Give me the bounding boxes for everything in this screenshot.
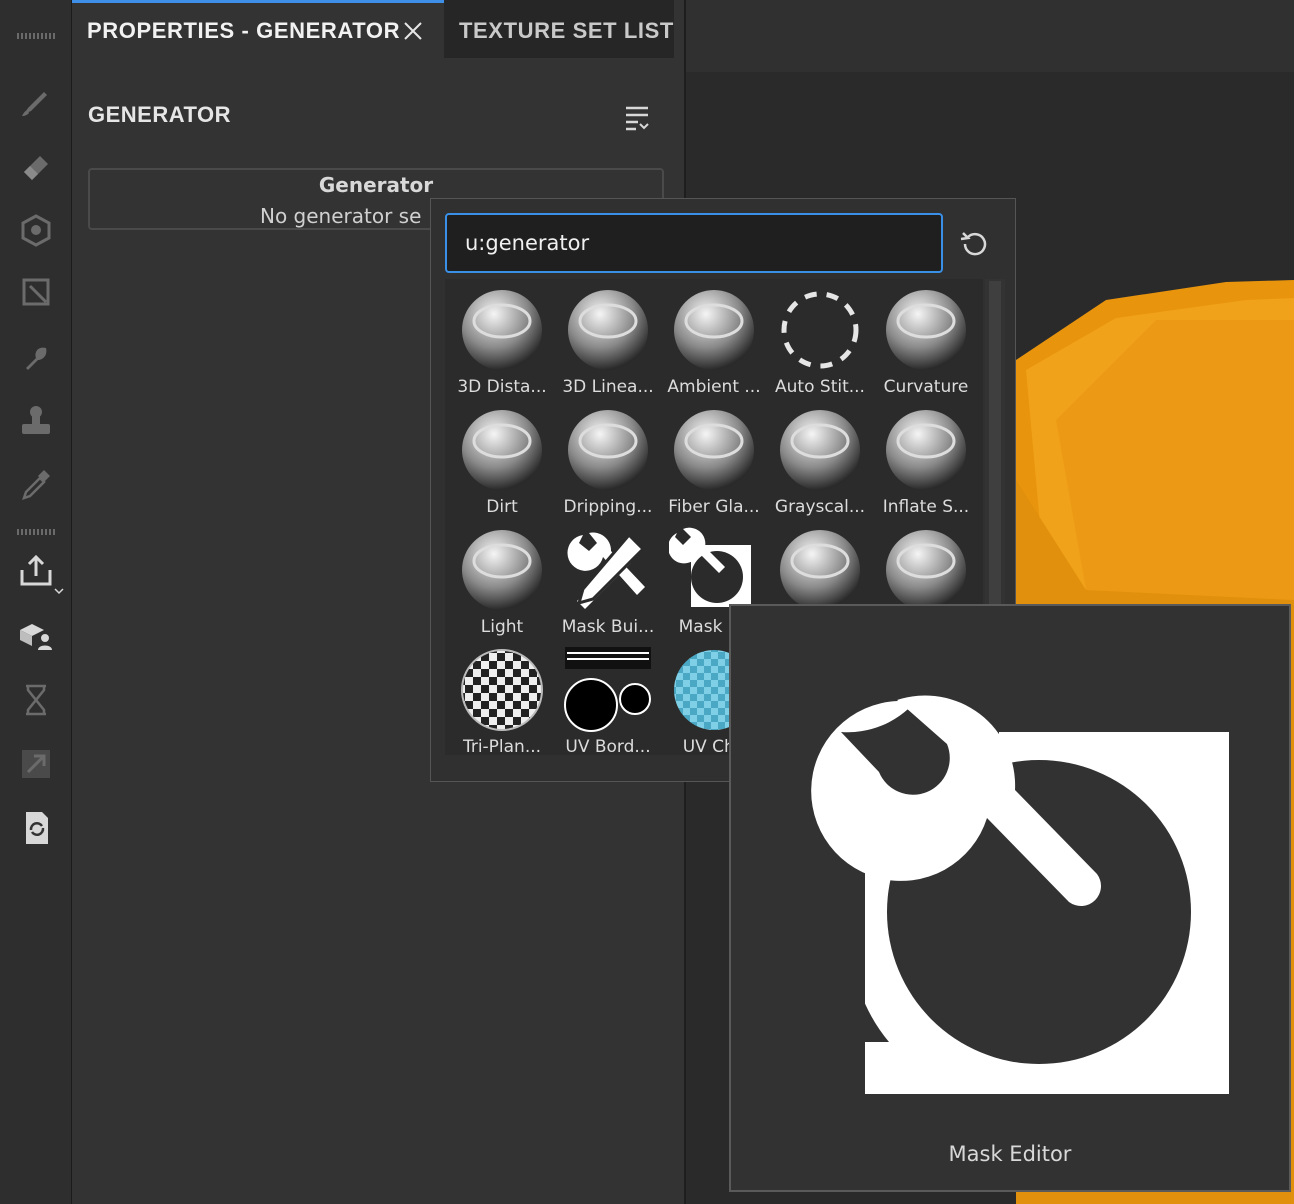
sync-icon xyxy=(26,812,48,844)
shelf-item-label: Inflate S... xyxy=(882,497,970,517)
sphere-icon xyxy=(462,530,542,610)
sphere-icon xyxy=(674,410,754,490)
export-tool[interactable] xyxy=(16,552,64,595)
smudge-tool[interactable] xyxy=(16,336,56,376)
sphere-icon xyxy=(462,290,542,370)
wrench-icon xyxy=(669,527,751,607)
resource-preview: Mask Editor xyxy=(729,604,1291,1192)
shelf-item[interactable]: Dripping... xyxy=(555,401,661,521)
shelf-item[interactable]: Grayscal... xyxy=(767,401,873,521)
scrollbar-thumb[interactable] xyxy=(989,281,1001,621)
checker-sphere-icon xyxy=(461,649,543,731)
sync-tool[interactable] xyxy=(16,808,56,848)
sphere-icon xyxy=(462,410,542,490)
toolbar-grip[interactable] xyxy=(17,33,57,39)
hourglass-icon xyxy=(26,684,46,716)
wrench-icon xyxy=(811,695,1229,1094)
tools-icon xyxy=(567,532,646,609)
tab-label: PROPERTIES - GENERATOR xyxy=(87,18,401,43)
section-heading: GENERATOR xyxy=(88,102,232,127)
shelf-item-label: Mask Bui... xyxy=(561,617,655,637)
search-input[interactable] xyxy=(445,213,943,273)
shelf-item-label: 3D Linea... xyxy=(562,377,654,397)
color-picker-tool[interactable] xyxy=(16,464,56,504)
shelf-item-label: Dripping... xyxy=(563,497,653,517)
sphere-icon xyxy=(780,530,860,610)
brush-icon xyxy=(22,92,47,116)
export-icon xyxy=(20,554,52,586)
clone-tool[interactable] xyxy=(16,400,56,440)
tab-texture-set-list[interactable]: TEXTURE SET LIST xyxy=(444,0,674,58)
smudge-icon xyxy=(26,347,47,370)
shelf-item[interactable]: Inflate S... xyxy=(873,401,979,521)
paint-brush-tool[interactable] xyxy=(16,82,56,122)
shelf-item[interactable]: Light xyxy=(449,521,555,641)
shelf-item[interactable]: 3D Dista... xyxy=(449,281,555,401)
eraser-icon xyxy=(24,156,48,180)
tab-bar: PROPERTIES - GENERATOR TEXTURE SET LIST xyxy=(72,0,684,58)
shelf-item[interactable]: Dirt xyxy=(449,401,555,521)
list-menu-icon[interactable] xyxy=(622,103,652,133)
sphere-icon xyxy=(886,410,966,490)
geometry-fill-tool[interactable] xyxy=(16,272,56,312)
expand-icon xyxy=(22,750,50,778)
bake-tool[interactable] xyxy=(16,616,56,656)
shelf-item-label: Ambient ... xyxy=(667,377,761,397)
shelf-item-label: Light xyxy=(480,617,524,637)
eyedropper-icon xyxy=(22,470,50,500)
dashed-circle-icon xyxy=(781,291,859,369)
tab-label: TEXTURE SET LIST xyxy=(459,18,674,43)
sphere-icon xyxy=(886,530,966,610)
sphere-icon xyxy=(568,410,648,490)
sphere-icon xyxy=(568,290,648,370)
shelf-item-label: Curvature xyxy=(883,377,969,397)
shelf-item-label: 3D Dista... xyxy=(457,377,547,397)
shelf-item[interactable]: UV Bord... xyxy=(555,641,661,755)
shelf-item[interactable]: 3D Linea... xyxy=(555,281,661,401)
refresh-icon[interactable] xyxy=(957,227,991,261)
close-icon[interactable] xyxy=(402,20,424,42)
shelf-item[interactable]: Curvature xyxy=(873,281,979,401)
tab-properties-generator[interactable]: PROPERTIES - GENERATOR xyxy=(72,0,444,58)
shelf-item[interactable]: Fiber Gla... xyxy=(661,401,767,521)
shelf-item-label: UV Bord... xyxy=(565,737,651,755)
sphere-icon xyxy=(780,410,860,490)
eraser-tool[interactable] xyxy=(16,146,56,186)
projection-tool[interactable] xyxy=(16,210,56,250)
uv-border-icon xyxy=(564,647,651,732)
shelf-item[interactable]: Auto Stit... xyxy=(767,281,873,401)
tool-sidebar xyxy=(0,0,72,1204)
toolbar-grip[interactable] xyxy=(17,529,57,535)
sphere-icon xyxy=(886,290,966,370)
history-tool[interactable] xyxy=(16,680,56,720)
shelf-item-label: Tri-Plan... xyxy=(462,737,542,755)
generator-slot-status: No generator se xyxy=(260,204,422,228)
stamp-icon xyxy=(22,406,50,434)
shelf-item-label: Dirt xyxy=(486,497,518,517)
preview-label: Mask Editor xyxy=(948,1142,1072,1166)
shelf-item-label: Grayscal... xyxy=(774,497,866,517)
sphere-icon xyxy=(674,290,754,370)
shelf-item[interactable]: Mask Bui... xyxy=(555,521,661,641)
shelf-item[interactable]: Ambient ... xyxy=(661,281,767,401)
shelf-item[interactable]: Tri-Plan... xyxy=(449,641,555,755)
shelf-item-label: Fiber Gla... xyxy=(668,497,760,517)
shelf-item-label: Auto Stit... xyxy=(775,377,865,397)
cube-icon xyxy=(21,214,51,247)
generator-slot-title: Generator xyxy=(318,173,434,197)
chevron-down-icon xyxy=(54,588,64,595)
bake-user-icon xyxy=(20,624,52,650)
resize-tool[interactable] xyxy=(16,744,56,784)
polygon-fill-icon xyxy=(22,278,50,306)
